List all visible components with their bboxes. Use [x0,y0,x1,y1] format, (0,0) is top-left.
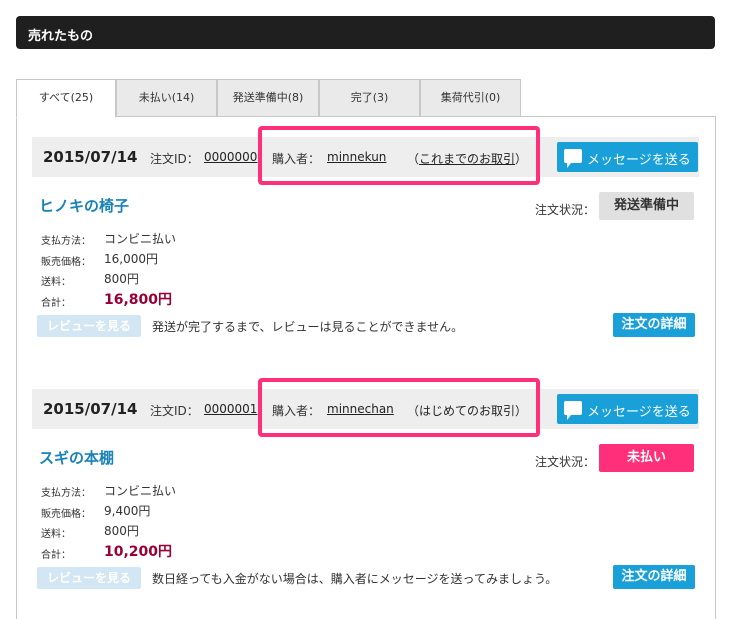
order-date: 2015/07/14 [43,148,138,166]
buyer-name-link[interactable]: minnekun [327,150,386,164]
order-date: 2015/07/14 [43,400,138,418]
price-label: 販売価格： [41,509,91,520]
tab-preparing-shipment[interactable]: 発送準備中(8) [217,79,319,117]
total-value: 16,800円 [104,292,173,308]
product-name-link[interactable]: ヒノキの椅子 [39,195,129,216]
payment-method-value: コンビニ払い [104,232,177,246]
price-value: 9,400円 [104,504,151,518]
shipping-label: 送料： [41,277,71,288]
buyer-label: 購入者： [272,404,321,418]
speech-bubble-icon [564,401,582,420]
paren-open: （ [407,152,420,166]
order-status-badge: 未払い [599,444,694,472]
tab-completed[interactable]: 完了(3) [319,79,420,117]
paren-close: ） [515,152,528,166]
paren-close: ） [515,404,528,418]
buyer-name-link[interactable]: minnechan [327,402,394,416]
view-review-button: レビューを見る [37,567,141,589]
send-message-button[interactable]: メッセージを送る [557,394,698,424]
review-note: 数日経っても入金がない場合は、購入者にメッセージを送ってみましょう。 [152,572,558,586]
paren-open: （ [407,404,420,418]
tab-all[interactable]: すべて(25) [16,79,116,118]
send-message-label: メッセージを送る [587,405,691,420]
payment-method-label: 支払方法： [41,236,91,247]
shipping-label: 送料： [41,529,71,540]
order-header-bar: 2015/07/14 注文ID： 0000000 購入者： minnekun （… [32,137,699,177]
order-id-label: 注文ID： [150,404,199,418]
orders-panel: 2015/07/14 注文ID： 0000000 購入者： minnekun （… [16,116,716,619]
shipping-value: 800円 [104,272,139,286]
send-message-button[interactable]: メッセージを送る [557,142,698,172]
total-label: 合計： [41,550,71,561]
buyer-label: 購入者： [272,152,321,166]
payment-method-value: コンビニ払い [104,484,177,498]
order-status-badge: 発送準備中 [599,192,694,220]
trade-history: （はじめてのお取引） [407,402,527,419]
order-id-label: 注文ID： [150,152,199,166]
order-status-label: 注文状況： [535,455,596,469]
product-name-link[interactable]: スギの本棚 [39,447,114,468]
page-title: 売れたもの [28,29,94,44]
price-value: 16,000円 [104,252,158,266]
payment-method-label: 支払方法： [41,488,91,499]
tab-pickup-cod[interactable]: 集荷代引(0) [420,79,521,117]
speech-bubble-icon [564,149,582,168]
send-message-label: メッセージを送る [587,153,691,168]
order-id-link[interactable]: 0000001 [204,402,257,416]
order-header-bar: 2015/07/14 注文ID： 0000001 購入者： minnechan … [32,389,699,429]
price-label: 販売価格： [41,257,91,268]
total-label: 合計： [41,298,71,309]
order-detail-button[interactable]: 注文の詳細 [613,565,695,589]
shipping-value: 800円 [104,524,139,538]
trade-history-link[interactable]: これまでのお取引 [419,152,515,166]
view-review-button: レビューを見る [37,315,141,337]
page-header: 売れたもの [16,16,715,49]
total-value: 10,200円 [104,544,173,560]
trade-history-text: はじめてのお取引 [419,404,516,418]
order-detail-button[interactable]: 注文の詳細 [613,313,695,337]
tab-unpaid[interactable]: 未払い(14) [116,79,217,117]
order-id-link[interactable]: 0000000 [204,150,257,164]
trade-history: （これまでのお取引） [407,150,527,167]
order-status-label: 注文状況： [535,203,596,217]
review-note: 発送が完了するまで、レビューは見ることができません。 [152,320,464,334]
